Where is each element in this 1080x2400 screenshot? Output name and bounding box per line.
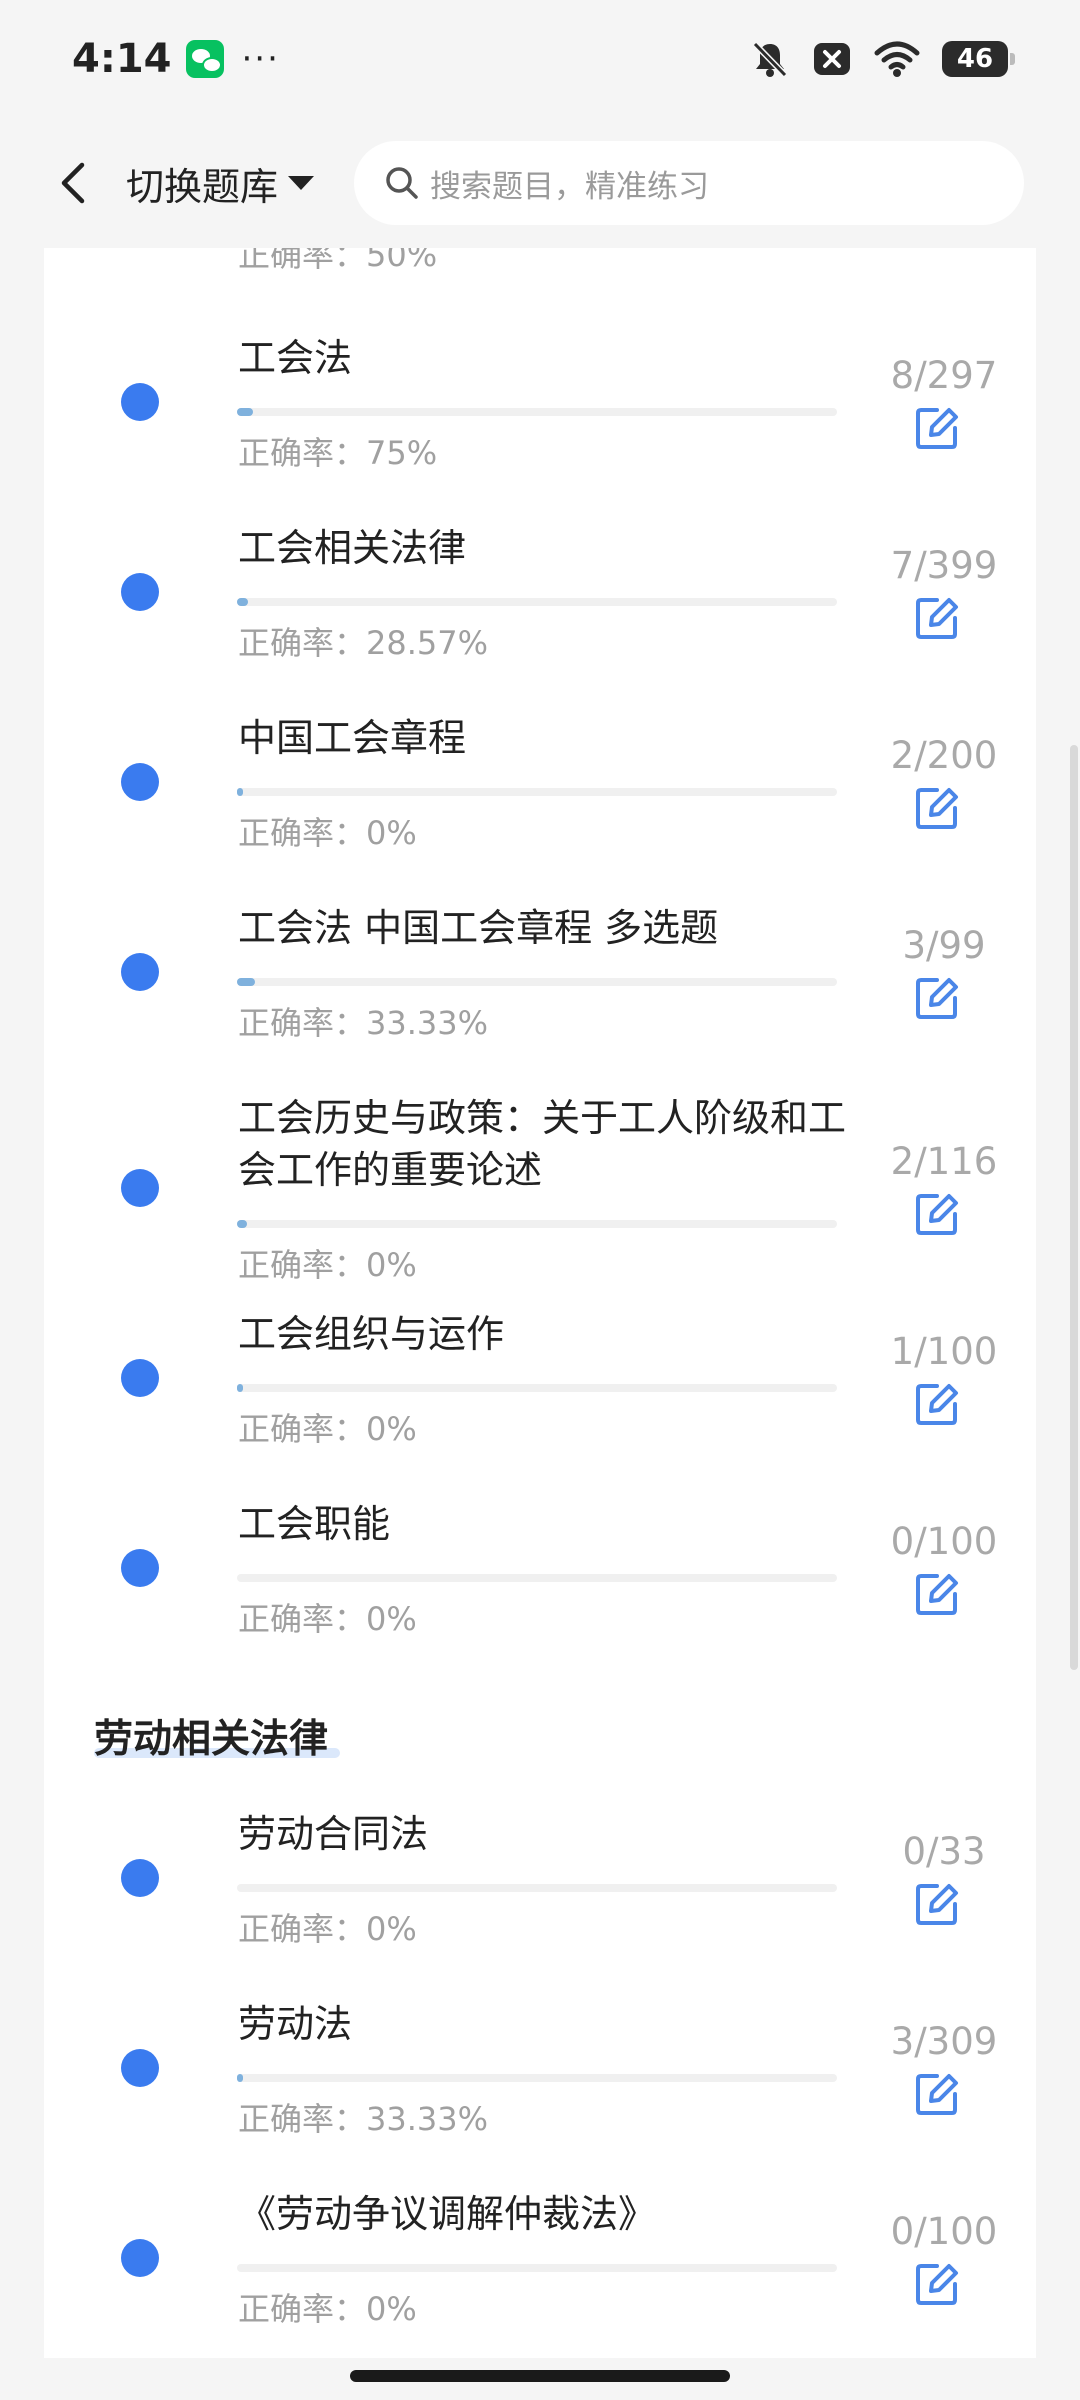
question-count: 0/33 <box>902 1830 986 1873</box>
accuracy-text: 正确率：0% <box>238 1410 417 1448</box>
wechat-icon <box>185 40 224 78</box>
progress-fill <box>237 598 248 606</box>
edit-icon[interactable] <box>913 1190 961 1238</box>
progress-bar <box>237 1574 837 1582</box>
status-dot <box>121 383 159 421</box>
question-count: 1/100 <box>890 1330 998 1373</box>
status-dot <box>121 763 159 801</box>
app-root: 4:14 ··· 46 切换题库 搜索题目，精准练习 正确率：50% 工会法 正… <box>0 0 1080 2400</box>
scrollbar[interactable] <box>1070 745 1078 1670</box>
accuracy-text: 正确率：33.33% <box>238 2100 489 2138</box>
progress-bar <box>237 978 837 986</box>
edit-icon[interactable] <box>913 248 961 252</box>
battery-icon: 46 <box>942 41 1015 77</box>
status-bar: 4:14 ··· 46 <box>0 0 1080 118</box>
accuracy-text: 正确率：0% <box>238 2290 417 2328</box>
progress-bar <box>237 1220 837 1228</box>
chapter-title: 工会组织与运作 <box>238 1312 505 1356</box>
question-count: 0/100 <box>890 2210 998 2253</box>
edit-icon[interactable] <box>913 1380 961 1428</box>
close-box-icon <box>814 43 850 75</box>
progress-fill <box>237 2074 243 2082</box>
wifi-icon <box>874 41 920 77</box>
chapter-title: 工会法 <box>238 336 353 380</box>
home-indicator[interactable] <box>350 2370 730 2382</box>
question-count: 0/100 <box>890 1520 998 1563</box>
chapter-title: 工会职能 <box>238 1502 391 1546</box>
progress-bar <box>237 2264 837 2272</box>
chapter-title: 劳动合同法 <box>238 1812 429 1856</box>
accuracy-text: 正确率：28.57% <box>238 624 489 662</box>
more-notifications-icon: ··· <box>241 39 280 79</box>
section-title: 劳动相关法律 <box>94 1717 329 1762</box>
edit-icon[interactable] <box>913 1880 961 1928</box>
edit-icon[interactable] <box>913 784 961 832</box>
status-time: 4:14 <box>72 36 172 82</box>
question-count: 8/297 <box>890 354 998 397</box>
progress-bar <box>237 1384 837 1392</box>
chapter-list[interactable]: 正确率：50% 工会法正确率：75% 8/297 工会相关法律正确率：28.57% 7… <box>44 248 1036 2358</box>
status-dot <box>121 1859 159 1897</box>
edit-icon[interactable] <box>913 404 961 452</box>
progress-bar <box>237 788 837 796</box>
accuracy-text: 正确率：50% <box>238 248 438 274</box>
question-count: 2/200 <box>890 734 998 777</box>
question-count: 3/99 <box>902 924 986 967</box>
status-icons: 46 <box>750 39 1015 79</box>
edit-icon[interactable] <box>913 2260 961 2308</box>
accuracy-text: 正确率：0% <box>238 814 417 852</box>
question-count: 3/309 <box>890 2020 998 2063</box>
progress-fill <box>237 788 243 796</box>
chapter-title: 工会法 中国工会章程 多选题 <box>238 906 719 950</box>
chapter-title: 工会相关法律 <box>238 526 467 570</box>
edit-icon[interactable] <box>913 594 961 642</box>
status-dot <box>121 2049 159 2087</box>
chapter-title: 工会历史与政策：关于工人阶级和工会工作的重要论述 <box>238 1096 847 1192</box>
progress-fill <box>237 978 255 986</box>
progress-bar <box>237 1884 837 1892</box>
chapter-title: 劳动法 <box>238 2002 353 2046</box>
edit-icon[interactable] <box>913 974 961 1022</box>
chapter-title: 中国工会章程 <box>238 716 467 760</box>
list-item-partial: 正确率：50% <box>44 248 1036 274</box>
accuracy-text: 正确率：75% <box>238 434 438 472</box>
status-dot <box>121 2239 159 2277</box>
progress-bar <box>237 408 837 416</box>
status-dot <box>121 573 159 611</box>
caret-down-icon <box>288 176 315 190</box>
progress-fill <box>237 408 254 416</box>
question-count: 2/116 <box>890 1140 998 1183</box>
chapter-title: 《劳动争议调解仲裁法》 <box>238 2192 657 2236</box>
edit-icon[interactable] <box>913 2070 961 2118</box>
status-dot <box>121 1169 159 1207</box>
switch-question-bank-button[interactable]: 切换题库 <box>126 156 315 211</box>
progress-fill <box>237 1220 248 1228</box>
back-button[interactable] <box>38 148 108 218</box>
edit-icon[interactable] <box>913 1570 961 1618</box>
search-input[interactable]: 搜索题目，精准练习 <box>354 141 1025 225</box>
search-placeholder: 搜索题目，精准练习 <box>430 168 710 205</box>
header: 切换题库 搜索题目，精准练习 <box>0 118 1080 248</box>
progress-bar <box>237 2074 837 2082</box>
status-dot <box>121 1359 159 1397</box>
accuracy-text: 正确率：0% <box>238 1246 417 1284</box>
question-count: 7/399 <box>890 544 998 587</box>
status-dot <box>121 953 159 991</box>
accuracy-text: 正确率：0% <box>238 1600 417 1638</box>
search-icon <box>386 167 418 199</box>
bell-off-icon <box>752 41 788 78</box>
chevron-left-icon <box>61 162 85 204</box>
progress-bar <box>237 598 837 606</box>
accuracy-text: 正确率：0% <box>238 1910 417 1948</box>
accuracy-text: 正确率：33.33% <box>238 1004 489 1042</box>
progress-fill <box>237 1384 243 1392</box>
status-dot <box>121 1549 159 1587</box>
switch-question-bank-label: 切换题库 <box>126 164 279 209</box>
